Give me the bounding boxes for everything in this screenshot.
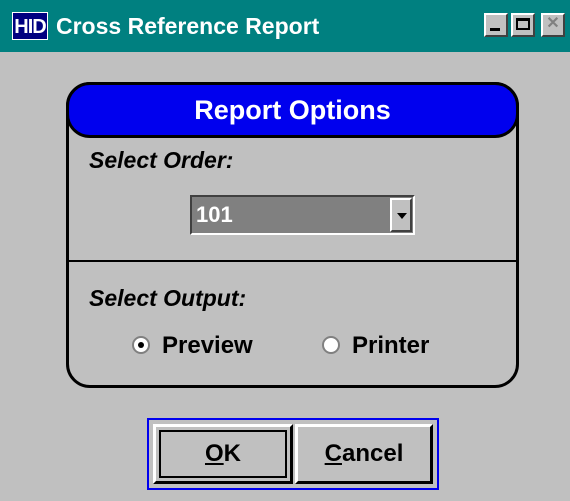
minimize-button[interactable] (484, 13, 508, 37)
select-order-label: Select Order: (89, 147, 234, 173)
cancel-button[interactable]: Cancel (295, 424, 433, 484)
cancel-label-rest: ancel (341, 440, 404, 467)
ok-access-key: O (204, 440, 224, 467)
order-select-value: 101 (196, 202, 233, 227)
close-icon: ✕ (546, 15, 560, 32)
radio-printer-label[interactable]: Printer (352, 331, 429, 361)
dialog-button-group: OK Cancel (147, 418, 439, 490)
radio-dot-icon (138, 342, 144, 348)
ok-button[interactable]: OK (153, 424, 293, 484)
maximize-icon (516, 18, 530, 30)
report-options-panel: Report Options Select Order: 101 Select … (66, 82, 519, 388)
title-bar[interactable]: HID Cross Reference Report ✕ (0, 0, 570, 52)
select-output-label: Select Output: (89, 285, 247, 311)
section-divider (69, 260, 516, 262)
minimize-icon (490, 28, 500, 31)
ok-label-rest: K (223, 440, 241, 467)
maximize-button[interactable] (511, 13, 535, 37)
cancel-access-key: C (324, 440, 342, 467)
report-window: HID Cross Reference Report ✕ Report Opti… (0, 0, 570, 501)
close-button[interactable]: ✕ (541, 13, 565, 37)
chevron-down-icon (397, 213, 407, 219)
app-icon[interactable]: HID (12, 12, 48, 40)
panel-header: Report Options (66, 82, 519, 138)
radio-button-selected[interactable] (132, 336, 150, 354)
radio-button-unselected[interactable] (322, 336, 340, 354)
panel-title: Report Options (194, 95, 391, 125)
window-title: Cross Reference Report (56, 13, 320, 39)
order-select[interactable]: 101 (190, 195, 415, 235)
radio-preview-label[interactable]: Preview (162, 331, 253, 361)
order-select-dropdown-button[interactable] (390, 198, 412, 232)
